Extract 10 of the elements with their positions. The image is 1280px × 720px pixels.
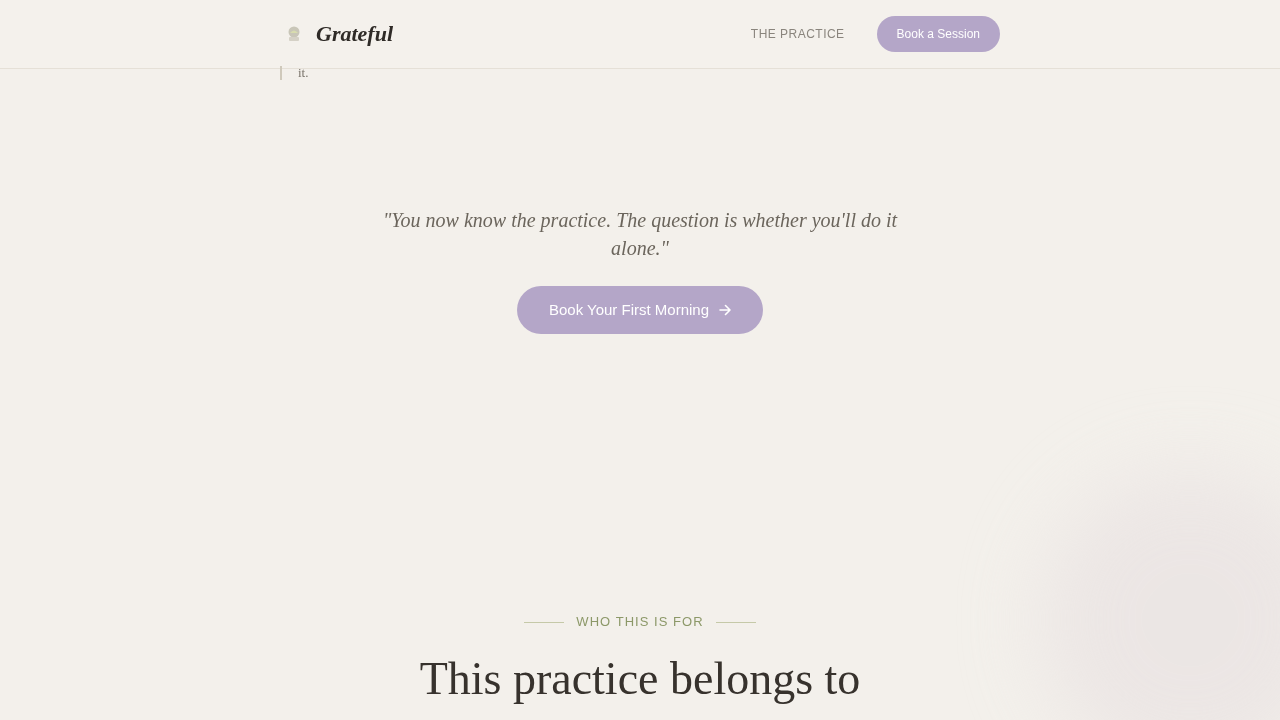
book-session-button[interactable]: Book a Session: [876, 16, 1000, 52]
book-first-morning-button[interactable]: Book Your First Morning: [516, 286, 764, 334]
nav-link[interactable]: THE PRACTICE: [750, 25, 845, 43]
closing-quote: "You now know the practice. The question is whether you'll do it alone.": [381, 208, 899, 261]
quote-fragment: it.: [298, 66, 309, 79]
section-eyebrow: WHO THIS IS FOR: [576, 614, 704, 630]
logo-icon: [288, 26, 300, 42]
logo-text: Grateful: [316, 23, 393, 45]
section-heading: This practice belongs to: [419, 652, 861, 706]
arrow-right-icon: [719, 304, 732, 316]
